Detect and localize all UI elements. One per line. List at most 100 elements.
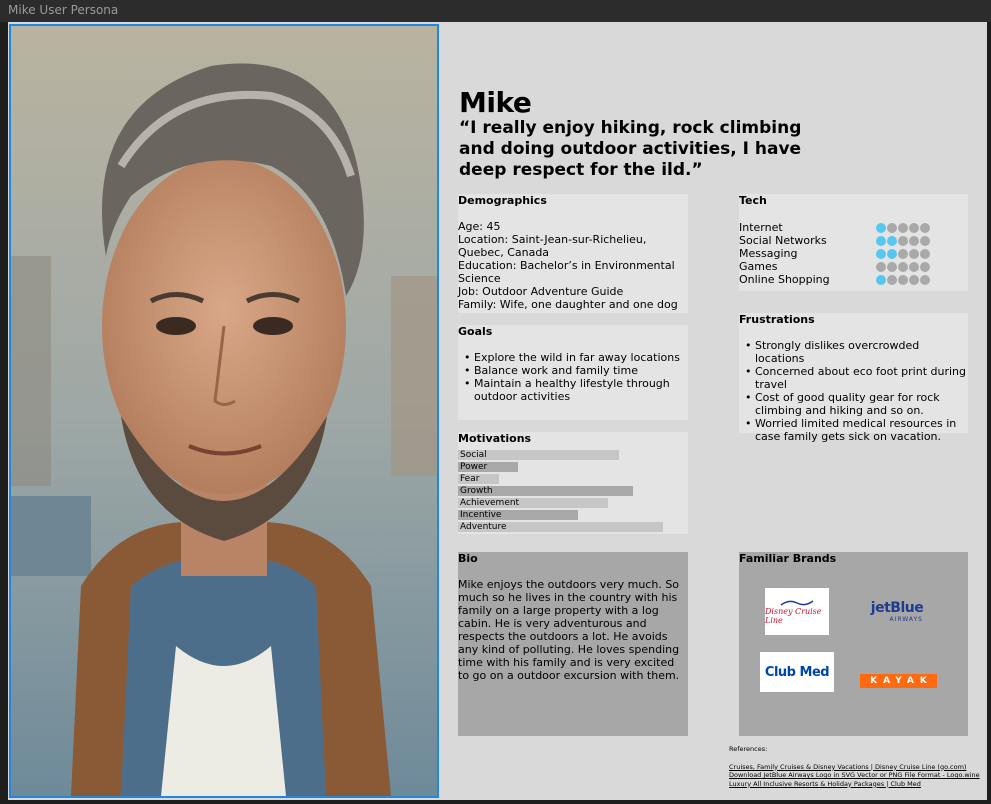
jetblue-logo-sub: AIRWAYS	[889, 615, 923, 623]
tech-rating	[876, 262, 930, 272]
frustrations-list: Strongly dislikes overcrowded locations …	[739, 339, 968, 443]
tech-rating	[876, 275, 930, 285]
tech-rating-dot	[920, 262, 930, 272]
kayak-logo: KAYAK	[860, 674, 937, 688]
demographics-job: Job: Outdoor Adventure Guide	[458, 285, 624, 298]
frustration-item: Strongly dislikes overcrowded locations	[739, 339, 968, 365]
tech-label: Social Networks	[739, 234, 827, 247]
tech-rating-dot	[898, 249, 908, 259]
frustration-item: Cost of good quality gear for rock climb…	[739, 391, 968, 417]
goals-list: Explore the wild in far away locations B…	[458, 351, 684, 403]
tech-rating-dot	[876, 275, 886, 285]
motivation-row-growth: Growth	[458, 485, 688, 497]
tech-rating-dot	[876, 249, 886, 259]
club-med-logo-text: Club Med	[764, 664, 830, 680]
familiar-brands-card: Familiar Brands Disney Cruise Line jetBl…	[739, 552, 968, 736]
tech-row-social-networks: Social Networks	[739, 234, 968, 247]
motivation-row-power: Power	[458, 461, 688, 473]
motivations-title: Motivations	[458, 432, 532, 445]
portrait-illustration	[11, 26, 437, 796]
window-title: Mike User Persona	[8, 3, 119, 17]
tech-card: Tech Internet Social Networks Messaging …	[739, 194, 968, 291]
disney-cruise-line-logo: Disney Cruise Line	[765, 588, 829, 635]
disney-wave-icon	[780, 599, 814, 606]
goals-card: Goals Explore the wild in far away locat…	[458, 325, 688, 420]
reference-link-jetblue[interactable]: Download JetBlue Airways Logo in SVG Vec…	[729, 771, 984, 780]
motivations-bars: Social Power Fear Growth Achievement Inc…	[458, 449, 688, 533]
tech-rating	[876, 236, 930, 246]
demographics-education: Education: Bachelor’s in Environmental S…	[458, 259, 675, 285]
tech-label: Internet	[739, 221, 783, 234]
window-titlebar: Mike User Persona	[0, 0, 991, 22]
tech-rating-dot	[898, 275, 908, 285]
goal-item: Balance work and family time	[458, 364, 684, 377]
tech-rating-dot	[876, 236, 886, 246]
brands-title: Familiar Brands	[739, 552, 837, 565]
bio-card: Bio Mike enjoys the outdoors very much. …	[458, 552, 688, 736]
persona-quote: “I really enjoy hiking, rock climbing an…	[459, 118, 802, 180]
goal-item: Explore the wild in far away locations	[458, 351, 684, 364]
tech-rating-dot	[920, 249, 930, 259]
tech-rating-dot	[887, 262, 897, 272]
tech-rating	[876, 249, 930, 259]
goal-item: Maintain a healthy lifestyle through out…	[458, 377, 684, 403]
goals-title: Goals	[458, 325, 493, 338]
tech-rating-dot	[887, 236, 897, 246]
tech-row-messaging: Messaging	[739, 247, 968, 260]
tech-label: Messaging	[739, 247, 798, 260]
tech-rating-dot	[876, 223, 886, 233]
demographics-family: Family: Wife, one daughter and one dog	[458, 298, 678, 311]
tech-rating-dot	[909, 223, 919, 233]
motivation-row-adventure: Adventure	[458, 521, 688, 533]
jetblue-logo-text: jetBlue	[870, 599, 924, 616]
motivation-row-social: Social	[458, 449, 688, 461]
demographics-list: Age: 45 Location: Saint-Jean-sur-Richeli…	[458, 220, 686, 311]
reference-link-clubmed[interactable]: Luxury All Inclusive Resorts & Holiday P…	[729, 780, 984, 789]
tech-rating-dot	[876, 262, 886, 272]
frustration-item: Concerned about eco foot print during tr…	[739, 365, 968, 391]
tech-rating-dot	[898, 236, 908, 246]
motivation-row-achievement: Achievement	[458, 497, 688, 509]
demographics-title: Demographics	[458, 194, 547, 207]
demographics-card: Demographics Age: 45 Location: Saint-Jea…	[458, 194, 688, 313]
persona-photo[interactable]	[9, 24, 439, 798]
tech-rating-dot	[909, 262, 919, 272]
jetblue-logo: jetBlue AIRWAYS	[867, 598, 927, 624]
club-med-logo: Club Med	[760, 652, 834, 692]
tech-rating-dot	[920, 236, 930, 246]
motivation-label: Growth	[460, 486, 493, 496]
references-title: References:	[729, 745, 768, 753]
persona-name: Mike	[459, 86, 532, 119]
tech-rating-dot	[909, 249, 919, 259]
demographics-location: Location: Saint-Jean-sur-Richelieu, Queb…	[458, 233, 647, 259]
frustrations-title: Frustrations	[739, 313, 815, 326]
kayak-logo-text: KAYAK	[870, 676, 933, 686]
tech-rating	[876, 223, 930, 233]
demographics-age: Age: 45	[458, 220, 501, 233]
motivation-label: Fear	[460, 474, 480, 484]
tech-rating-dot	[909, 275, 919, 285]
frustrations-card: Frustrations Strongly dislikes overcrowd…	[739, 313, 968, 443]
tech-rating-dot	[887, 249, 897, 259]
tech-rating-dot	[887, 223, 897, 233]
motivation-label: Achievement	[460, 498, 520, 508]
tech-row-internet: Internet	[739, 221, 968, 234]
tech-label: Online Shopping	[739, 273, 830, 286]
motivation-row-fear: Fear	[458, 473, 688, 485]
motivation-label: Incentive	[460, 510, 502, 520]
motivation-label: Adventure	[460, 522, 507, 532]
tech-row-games: Games	[739, 260, 968, 273]
motivation-label: Power	[460, 462, 488, 472]
tech-rating-dot	[920, 223, 930, 233]
tech-rating-dot	[920, 275, 930, 285]
tech-rating-dot	[898, 223, 908, 233]
tech-row-online-shopping: Online Shopping	[739, 273, 968, 286]
bio-title: Bio	[458, 552, 478, 565]
motivation-label: Social	[460, 450, 487, 460]
reference-link-disney[interactable]: Cruises, Family Cruises & Disney Vacatio…	[729, 763, 984, 772]
motivations-card: Motivations Social Power Fear Growth Ach…	[458, 432, 688, 534]
tech-list: Internet Social Networks Messaging Games…	[739, 221, 968, 286]
tech-title: Tech	[739, 194, 767, 207]
tech-rating-dot	[898, 262, 908, 272]
disney-logo-text: Disney Cruise Line	[765, 606, 822, 625]
